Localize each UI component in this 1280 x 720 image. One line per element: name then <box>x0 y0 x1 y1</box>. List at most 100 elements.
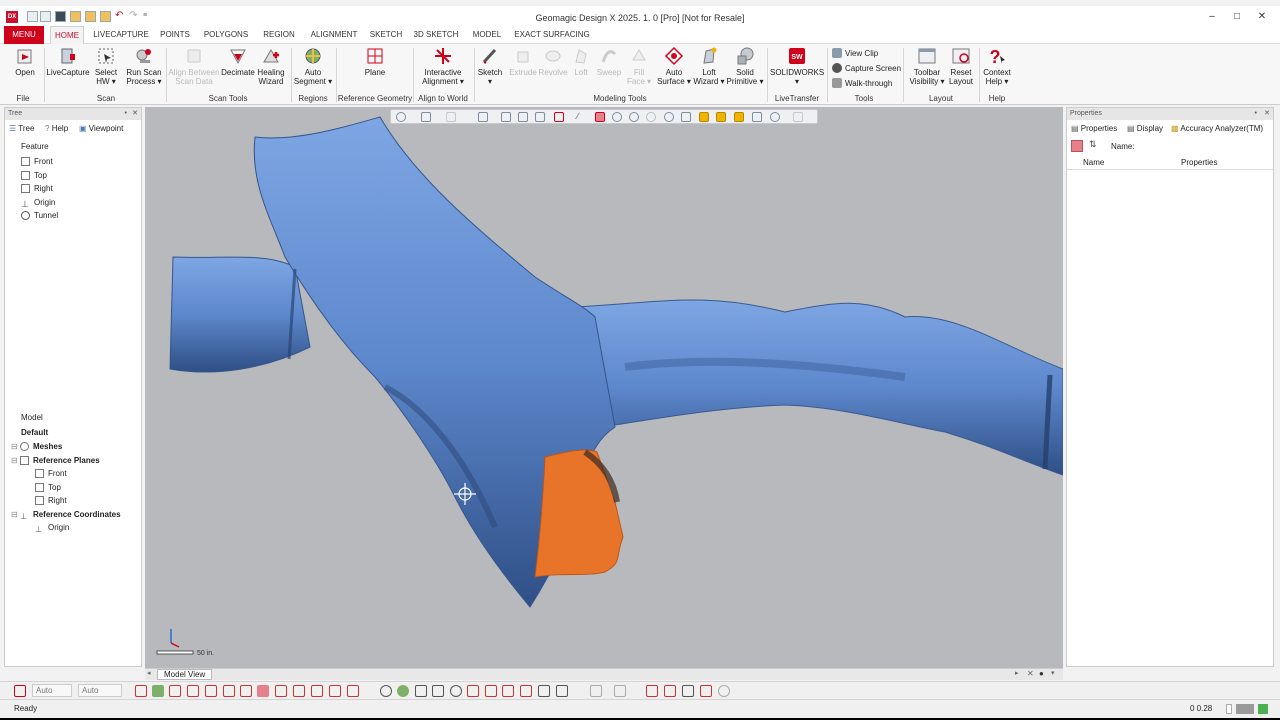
view-options-icon[interactable]: ● <box>1039 669 1044 678</box>
expand-icon[interactable]: ⊟ <box>11 456 18 465</box>
solidworks-button[interactable]: SW SOLIDWORKS ▾ <box>770 46 824 86</box>
loft-button[interactable]: Loft <box>568 46 594 77</box>
filter-icon-4[interactable] <box>187 685 199 697</box>
render-icon-7[interactable] <box>590 685 602 697</box>
model-reference-coordinates[interactable]: ⊟ ⊥ Reference Coordinates <box>11 508 121 521</box>
select-rect-icon[interactable] <box>595 112 605 122</box>
feature-origin[interactable]: ⊥ Origin <box>21 196 55 209</box>
select-paint-icon[interactable] <box>681 112 691 122</box>
healing-wizard-button[interactable]: Healing Wizard <box>254 46 288 86</box>
render-icon-3[interactable] <box>502 685 514 697</box>
feature-front[interactable]: Front <box>21 155 53 168</box>
zoom-icon[interactable] <box>380 685 392 697</box>
filter-icon-12[interactable] <box>329 685 341 697</box>
tab-model-view[interactable]: Model View <box>157 669 213 680</box>
filter-icon-10[interactable] <box>293 685 305 697</box>
reset-layout-button[interactable]: Reset Layout <box>946 46 976 86</box>
render-icon-4[interactable] <box>520 685 532 697</box>
scroll-right-icon[interactable]: ▸ <box>1015 669 1019 677</box>
rotate-icon[interactable] <box>432 685 444 697</box>
selection-filter-icon[interactable] <box>14 685 26 697</box>
extrude-button[interactable]: Extrude <box>508 46 538 77</box>
select-circle-icon[interactable] <box>612 112 622 122</box>
view-bottom-icon[interactable] <box>554 112 564 122</box>
zoom-fit-icon[interactable] <box>397 685 409 697</box>
view-iso-icon[interactable] <box>421 112 431 122</box>
pin-icon[interactable]: • <box>125 108 127 120</box>
render-icon-8[interactable] <box>614 685 626 697</box>
model-plane-top[interactable]: Top <box>35 481 61 494</box>
model-viewport[interactable]: 50 in. <box>145 107 1063 668</box>
toolbar-visibility-button[interactable]: Toolbar Visibility ▾ <box>906 46 948 86</box>
filter-icon-6[interactable] <box>223 685 235 697</box>
sweep-button[interactable]: Sweep <box>594 46 624 77</box>
filter-icon-11[interactable] <box>311 685 323 697</box>
select-fill-icon[interactable] <box>716 112 726 122</box>
tab-sketch[interactable]: SKETCH <box>368 26 404 44</box>
tab-tree[interactable]: ☰ Tree <box>9 124 34 133</box>
maximize-icon[interactable]: □ <box>1230 10 1244 24</box>
plane-button[interactable]: Plane <box>356 46 394 77</box>
view-left-icon[interactable] <box>518 112 528 122</box>
tab-model[interactable]: MODEL <box>468 26 506 44</box>
expand-icon[interactable]: ⊟ <box>11 442 18 451</box>
tab-region[interactable]: REGION <box>260 26 298 44</box>
pin-icon[interactable]: • <box>1255 108 1257 120</box>
capture-screen-button[interactable]: Capture Screen <box>832 62 901 76</box>
feature-tunnel[interactable]: Tunnel <box>21 209 58 222</box>
view-clip-button[interactable]: View Clip <box>832 47 878 61</box>
tab-polygons[interactable]: POLYGONS <box>202 26 250 44</box>
display-icon-5[interactable] <box>718 685 730 697</box>
close-panel-icon[interactable]: ✕ <box>132 108 138 120</box>
feature-top[interactable]: Top <box>21 169 47 182</box>
tab-alignment[interactable]: ALIGNMENT <box>308 26 360 44</box>
revolve-button[interactable]: Revolve <box>538 46 568 77</box>
sort-icon[interactable]: ⇅ <box>1089 139 1097 150</box>
filter-icon-1[interactable] <box>135 685 147 697</box>
render-icon-5[interactable] <box>538 685 550 697</box>
view-rotate-icon[interactable] <box>396 112 406 122</box>
view-right-icon[interactable] <box>501 112 511 122</box>
expand-icon[interactable]: ⊟ <box>11 510 18 519</box>
tab-home[interactable]: HOME <box>50 26 84 44</box>
sketch-button[interactable]: Sketch ▾ <box>476 46 504 86</box>
select-connected-icon[interactable] <box>734 112 744 122</box>
render-icon-1[interactable] <box>467 685 479 697</box>
close-icon[interactable]: ✕ <box>1255 10 1269 24</box>
tab-exact-surfacing[interactable]: EXACT SURFACING <box>514 26 590 44</box>
select-brush-icon[interactable] <box>664 112 674 122</box>
loft-wizard-button[interactable]: Loft Wizard ▾ <box>692 46 726 86</box>
visibility-icon[interactable] <box>770 112 780 122</box>
model-reference-planes[interactable]: ⊟ Reference Planes <box>11 454 100 467</box>
display-icon-2[interactable] <box>664 685 676 697</box>
livecapture-button[interactable]: LiveCapture <box>46 46 90 77</box>
selected-region[interactable] <box>534 449 624 578</box>
view-front-icon[interactable] <box>446 112 456 122</box>
filter-icon-7[interactable] <box>240 685 252 697</box>
decimate-button[interactable]: Decimate <box>220 46 256 77</box>
tab-help[interactable]: ? Help <box>45 124 68 133</box>
run-scan-process-button[interactable]: Run Scan Process ▾ <box>124 46 164 86</box>
fill-face-button[interactable]: Fill Face ▾ <box>624 46 654 86</box>
filter-icon-8[interactable] <box>257 685 269 697</box>
tab-livecapture[interactable]: LIVECAPTURE <box>92 26 150 44</box>
filter-icon-9[interactable] <box>275 685 287 697</box>
render-icon-6[interactable] <box>556 685 568 697</box>
align-between-scan-data-button[interactable]: Align Between Scan Data <box>168 46 220 86</box>
interactive-alignment-button[interactable]: Interactive Alignment ▾ <box>418 46 468 86</box>
filter-icon-5[interactable] <box>205 685 217 697</box>
model-origin[interactable]: ⊥ Origin <box>35 521 69 534</box>
tab-menu[interactable]: MENU <box>4 26 44 44</box>
select-line-icon[interactable]: ∕ <box>577 112 587 122</box>
minimize-icon[interactable]: – <box>1205 10 1219 24</box>
filter-icon-2[interactable] <box>152 685 164 697</box>
categorized-icon[interactable] <box>1071 140 1083 152</box>
select-extend-icon[interactable] <box>699 112 709 122</box>
open-button[interactable]: Open <box>8 46 42 77</box>
tab-viewpoint[interactable]: ▣ Viewpoint <box>79 124 123 133</box>
auto-segment-button[interactable]: Auto Segment ▾ <box>292 46 334 86</box>
context-help-button[interactable]: ? Context Help ▾ <box>980 46 1014 86</box>
model-plane-right[interactable]: Right <box>35 494 67 507</box>
pan-icon[interactable] <box>415 685 427 697</box>
tab-3d-sketch[interactable]: 3D SKETCH <box>412 26 460 44</box>
